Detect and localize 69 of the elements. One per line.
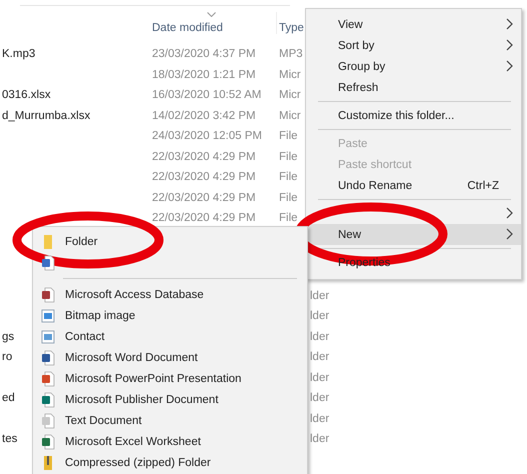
menu-item[interactable]: New [306, 224, 521, 245]
chevron-right-icon [506, 207, 513, 219]
date-cell-text: 22/03/2020 4:29 PM [152, 150, 257, 163]
type-cell-text: File [278, 130, 299, 142]
menu-item[interactable]: Microsoft Excel Worksheet [33, 431, 307, 452]
menu-item[interactable]: Contact [33, 326, 307, 347]
type-cell-text: MP3 [278, 48, 304, 60]
type-cell: lder [310, 372, 330, 384]
chevron-right-icon [506, 60, 513, 72]
menu-item[interactable]: Customize this folder... [306, 105, 521, 126]
shortcut-icon [41, 254, 55, 270]
menu-item[interactable]: Microsoft PowerPoint Presentation [33, 368, 307, 389]
menu-item[interactable]: Sort by [306, 35, 521, 56]
folder-icon [41, 234, 55, 250]
menu-item[interactable]: Bitmap image [33, 305, 307, 326]
type-cell: lder [310, 290, 330, 302]
type-cell-text: Micr [278, 68, 302, 81]
date-cell-text: 23/03/2020 4:37 PM [152, 48, 257, 60]
menu-item[interactable]: Folder [33, 231, 307, 252]
type-cell-text: File [278, 192, 299, 204]
file-name: d_Murrumba.xlsx [2, 110, 90, 122]
type-cell: lder [310, 392, 330, 404]
menu-item[interactable]: Group by [306, 56, 521, 77]
publisher-file-icon [41, 392, 55, 408]
file-name: tes [2, 433, 18, 446]
date-cell-text: 22/03/2020 4:29 PM [152, 192, 257, 204]
file-name: ed [2, 392, 15, 404]
image-file-icon [41, 308, 55, 324]
menu-item[interactable]: Undo Rename Ctrl+Z [306, 175, 521, 196]
type-cell-text: File [278, 150, 299, 163]
type-cell: lder [310, 433, 330, 446]
contact-card-icon [41, 328, 55, 344]
type-cell: lder [310, 351, 330, 364]
menu-item[interactable]: Microsoft Access Database [33, 284, 307, 305]
type-cell-text: Micr [278, 89, 302, 102]
date-cell-text: 22/03/2020 4:29 PM [152, 171, 257, 184]
column-header[interactable]: Type [277, 12, 305, 34]
date-cell-text: 24/03/2020 12:05 PM [152, 130, 263, 142]
menu-item[interactable]: Microsoft Word Document [33, 347, 307, 368]
file-name: gs [2, 330, 14, 343]
database-file-icon [41, 286, 55, 302]
date-cell-text: 14/02/2020 3:42 PM [152, 110, 257, 122]
menu-item[interactable]: Refresh [306, 77, 521, 98]
column-header[interactable]: Date modified [152, 12, 277, 34]
sort-caret-icon [207, 12, 216, 17]
menu-item[interactable]: View [306, 14, 521, 35]
chevron-right-icon [506, 18, 513, 30]
menu-item[interactable]: Compressed (zipped) Folder [33, 452, 307, 473]
spreadsheet-file-icon [41, 434, 55, 450]
file-name: ro [2, 351, 12, 364]
menu-item[interactable]: Microsoft Publisher Document [33, 389, 307, 410]
date-cell-text: 22/03/2020 4:29 PM [152, 212, 257, 224]
type-cell-text: File [278, 171, 299, 184]
chevron-right-icon [506, 228, 513, 240]
type-cell: lder [310, 310, 330, 322]
text-file-icon [41, 412, 55, 428]
type-cell-text: Micr [278, 110, 302, 122]
zip-folder-icon [41, 454, 55, 470]
type-cell-text: File [278, 212, 299, 224]
chevron-right-icon [506, 39, 513, 51]
date-cell-text: 18/03/2020 1:21 PM [152, 68, 257, 81]
menu-item[interactable]: Text Document [33, 410, 307, 431]
type-cell: lder [310, 330, 330, 343]
file-name: 0316.xlsx [2, 89, 51, 102]
date-cell-text: 16/03/2020 10:52 AM [152, 89, 262, 102]
word-file-icon [41, 350, 55, 366]
presentation-file-icon [41, 370, 55, 386]
type-cell: lder [310, 412, 330, 425]
file-name: K.mp3 [2, 48, 36, 60]
